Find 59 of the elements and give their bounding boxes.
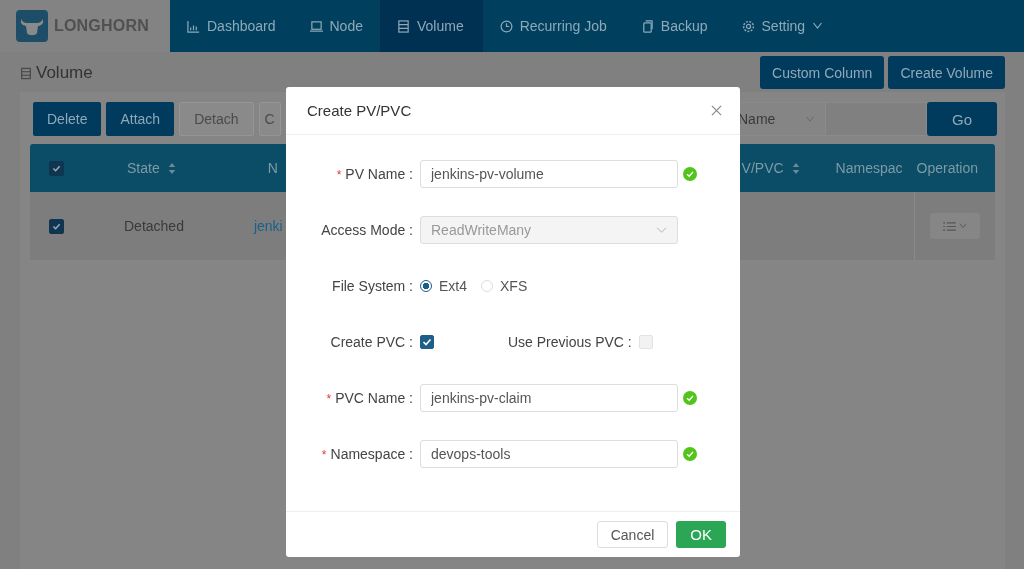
field-label: Use Previous PVC : xyxy=(508,334,632,350)
toolbar-button[interactable]: Delete xyxy=(33,102,102,136)
required-marker: * xyxy=(336,168,342,182)
radio-option[interactable]: Ext4 xyxy=(420,278,467,294)
table-cell: Detached xyxy=(124,218,184,234)
row-checkbox[interactable] xyxy=(49,218,64,234)
dialog-title: Create PV/PVC xyxy=(307,102,412,119)
select-all-checkbox[interactable] xyxy=(49,160,64,176)
sort-icon[interactable] xyxy=(791,161,800,175)
check-icon xyxy=(52,163,61,173)
nav-tab[interactable]: Recurring Job xyxy=(482,0,624,52)
input-field[interactable]: jenkins-pv-volume xyxy=(420,160,678,188)
nav-tab[interactable]: Setting xyxy=(724,0,841,52)
column-header: State xyxy=(127,160,160,176)
input-field[interactable]: devops-tools xyxy=(420,440,678,468)
column-header: N xyxy=(267,160,278,176)
chevron-down-icon xyxy=(656,226,667,234)
required-marker: * xyxy=(321,448,327,462)
nav-tab[interactable]: Volume xyxy=(379,0,483,52)
column-header: Namespac xyxy=(835,160,903,176)
chevron-down-icon xyxy=(805,115,815,123)
database-icon xyxy=(20,66,32,80)
nav-tab[interactable]: Backup xyxy=(623,0,725,52)
field-label: PV Name : xyxy=(345,166,413,182)
clock-icon xyxy=(499,19,513,33)
chevron-down-icon xyxy=(959,223,967,229)
nav-tab[interactable]: Node xyxy=(292,0,380,52)
header-button[interactable]: Custom Column xyxy=(760,56,885,89)
nav-tab[interactable]: Dashboard xyxy=(170,0,293,52)
page-title: Volume xyxy=(36,63,93,83)
column-header: Operation xyxy=(916,160,978,176)
radio-option[interactable]: XFS xyxy=(481,278,528,294)
database-icon xyxy=(396,19,410,33)
laptop-icon xyxy=(309,19,323,33)
go-button[interactable]: Go xyxy=(927,102,997,136)
toolbar-button[interactable]: Attach xyxy=(106,102,175,136)
bull-logo-icon xyxy=(16,10,48,42)
header-button[interactable]: Create Volume xyxy=(888,56,1005,89)
ok-button[interactable]: OK xyxy=(676,521,726,548)
column-header: V/PVC xyxy=(741,160,784,176)
check-icon xyxy=(422,337,432,347)
field-label: Access Mode : xyxy=(321,222,413,238)
required-marker: * xyxy=(326,392,332,406)
check-icon xyxy=(52,221,61,231)
field-label: File System : xyxy=(332,278,413,294)
bar-chart-icon xyxy=(187,19,200,33)
field-label: Namespace : xyxy=(330,446,413,462)
input-field[interactable]: jenkins-pv-claim xyxy=(420,384,678,412)
settings-icon xyxy=(741,19,755,33)
field-label: Create PVC : xyxy=(329,334,414,350)
cancel-button[interactable]: Cancel xyxy=(596,521,669,548)
copy-icon xyxy=(640,19,654,33)
sort-icon[interactable] xyxy=(167,161,176,175)
field-label: PVC Name : xyxy=(335,390,413,406)
close-icon[interactable] xyxy=(711,105,722,116)
search-field[interactable] xyxy=(826,102,927,136)
checkbox[interactable] xyxy=(420,335,434,349)
operation-menu-button[interactable] xyxy=(930,213,980,239)
list-icon xyxy=(943,221,956,231)
